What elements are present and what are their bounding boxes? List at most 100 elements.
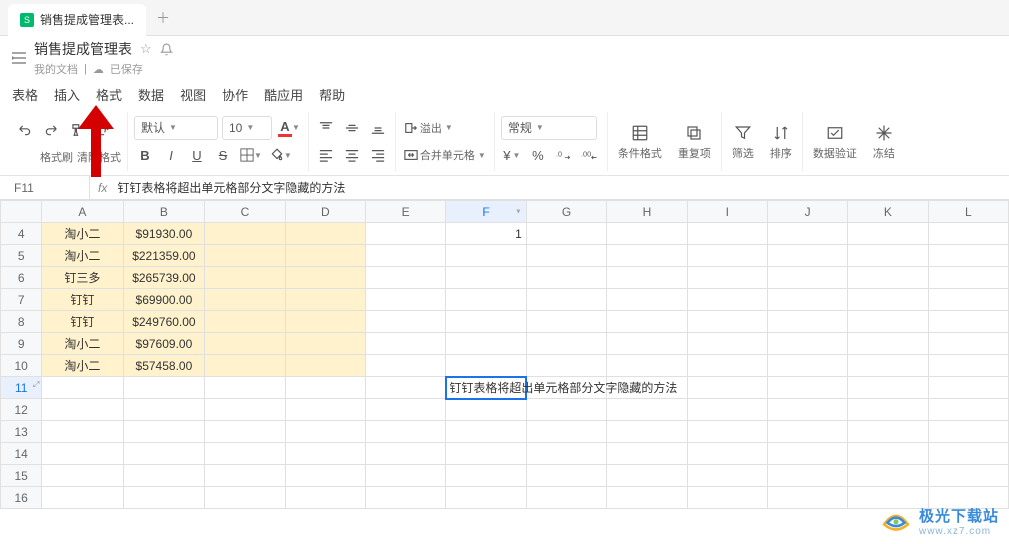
cell[interactable]: [607, 421, 687, 443]
cell[interactable]: [526, 399, 606, 421]
undo-button[interactable]: [14, 118, 36, 142]
align-center-button[interactable]: [341, 143, 363, 167]
cell[interactable]: [366, 421, 446, 443]
cell[interactable]: [446, 421, 526, 443]
cell[interactable]: [526, 355, 606, 377]
cell[interactable]: $91930.00: [123, 223, 205, 245]
cell[interactable]: 钉钉: [42, 289, 123, 311]
cell[interactable]: [607, 267, 687, 289]
col-header-g[interactable]: G: [526, 201, 606, 223]
cell[interactable]: [446, 399, 526, 421]
cell[interactable]: [767, 399, 847, 421]
cell[interactable]: [848, 465, 928, 487]
cell[interactable]: [526, 245, 606, 267]
row-header[interactable]: 4: [1, 223, 42, 245]
cell[interactable]: [205, 289, 285, 311]
cell[interactable]: [687, 443, 767, 465]
cell[interactable]: [205, 267, 285, 289]
fill-color-button[interactable]: ▼: [268, 143, 294, 167]
cell[interactable]: [42, 487, 123, 509]
cell[interactable]: [687, 333, 767, 355]
cell[interactable]: [928, 311, 1008, 333]
menu-view[interactable]: 视图: [180, 85, 206, 104]
cell[interactable]: [446, 333, 526, 355]
sidebar-toggle-icon[interactable]: [12, 52, 26, 64]
cell[interactable]: [526, 443, 606, 465]
cell[interactable]: [205, 355, 285, 377]
cell[interactable]: [285, 377, 365, 399]
cell[interactable]: [767, 311, 847, 333]
cell[interactable]: [767, 223, 847, 245]
menu-insert[interactable]: 插入: [54, 85, 80, 104]
cell[interactable]: [767, 333, 847, 355]
cell[interactable]: $249760.00: [123, 311, 205, 333]
cell[interactable]: [205, 421, 285, 443]
cell[interactable]: [928, 377, 1008, 399]
cell[interactable]: [607, 311, 687, 333]
cell[interactable]: [607, 399, 687, 421]
cell[interactable]: [526, 267, 606, 289]
cell[interactable]: [205, 377, 285, 399]
cell[interactable]: [42, 465, 123, 487]
cell[interactable]: [285, 267, 365, 289]
cell[interactable]: [767, 377, 847, 399]
redo-button[interactable]: [40, 118, 62, 142]
cell[interactable]: [42, 399, 123, 421]
border-button[interactable]: ▼: [238, 143, 264, 167]
bell-icon[interactable]: [160, 43, 173, 56]
cell[interactable]: [366, 465, 446, 487]
cell[interactable]: [205, 443, 285, 465]
row-header[interactable]: 10: [1, 355, 42, 377]
cell[interactable]: [42, 421, 123, 443]
cell[interactable]: [205, 223, 285, 245]
cell[interactable]: [848, 377, 928, 399]
cell[interactable]: [848, 245, 928, 267]
cell[interactable]: [205, 399, 285, 421]
cell[interactable]: [446, 245, 526, 267]
cell[interactable]: [123, 487, 205, 509]
font-color-button[interactable]: A▼: [276, 116, 302, 140]
menu-data[interactable]: 数据: [138, 85, 164, 104]
col-header-a[interactable]: A: [42, 201, 123, 223]
cell[interactable]: [366, 289, 446, 311]
row-header[interactable]: 11⤢: [1, 377, 42, 399]
cell[interactable]: [285, 443, 365, 465]
cell[interactable]: [446, 487, 526, 509]
cell[interactable]: [366, 311, 446, 333]
freeze-button[interactable]: 冻结: [869, 121, 899, 163]
cell[interactable]: [285, 487, 365, 509]
cell[interactable]: [848, 399, 928, 421]
row-header[interactable]: 14: [1, 443, 42, 465]
cell[interactable]: 淘小二: [42, 333, 123, 355]
cell[interactable]: $57458.00: [123, 355, 205, 377]
menu-table[interactable]: 表格: [12, 85, 38, 104]
font-name-select[interactable]: 默认▼: [134, 116, 218, 140]
cell[interactable]: [285, 399, 365, 421]
cell[interactable]: [526, 487, 606, 509]
col-header-j[interactable]: J: [767, 201, 847, 223]
cell[interactable]: [526, 333, 606, 355]
cell-reference-box[interactable]: F11: [0, 176, 90, 199]
cell[interactable]: $97609.00: [123, 333, 205, 355]
cell[interactable]: [687, 355, 767, 377]
cell[interactable]: $221359.00: [123, 245, 205, 267]
cell[interactable]: [848, 311, 928, 333]
font-size-select[interactable]: 10▼: [222, 116, 272, 140]
number-format-select[interactable]: 常规▼: [501, 116, 597, 140]
cell[interactable]: [285, 311, 365, 333]
cell[interactable]: [928, 223, 1008, 245]
cell[interactable]: [767, 465, 847, 487]
align-right-button[interactable]: [367, 143, 389, 167]
decrease-decimal-button[interactable]: .0: [553, 143, 575, 167]
align-top-button[interactable]: [315, 116, 337, 140]
formula-input[interactable]: 钉钉表格将超出单元格部分文字隐藏的方法: [115, 179, 1009, 196]
col-header-c[interactable]: C: [205, 201, 285, 223]
cell[interactable]: [928, 421, 1008, 443]
cell[interactable]: [767, 421, 847, 443]
cell[interactable]: [928, 245, 1008, 267]
cell[interactable]: [687, 487, 767, 509]
cell[interactable]: 淘小二: [42, 355, 123, 377]
cell[interactable]: [285, 245, 365, 267]
col-header-d[interactable]: D: [285, 201, 365, 223]
cell[interactable]: 淘小二: [42, 245, 123, 267]
